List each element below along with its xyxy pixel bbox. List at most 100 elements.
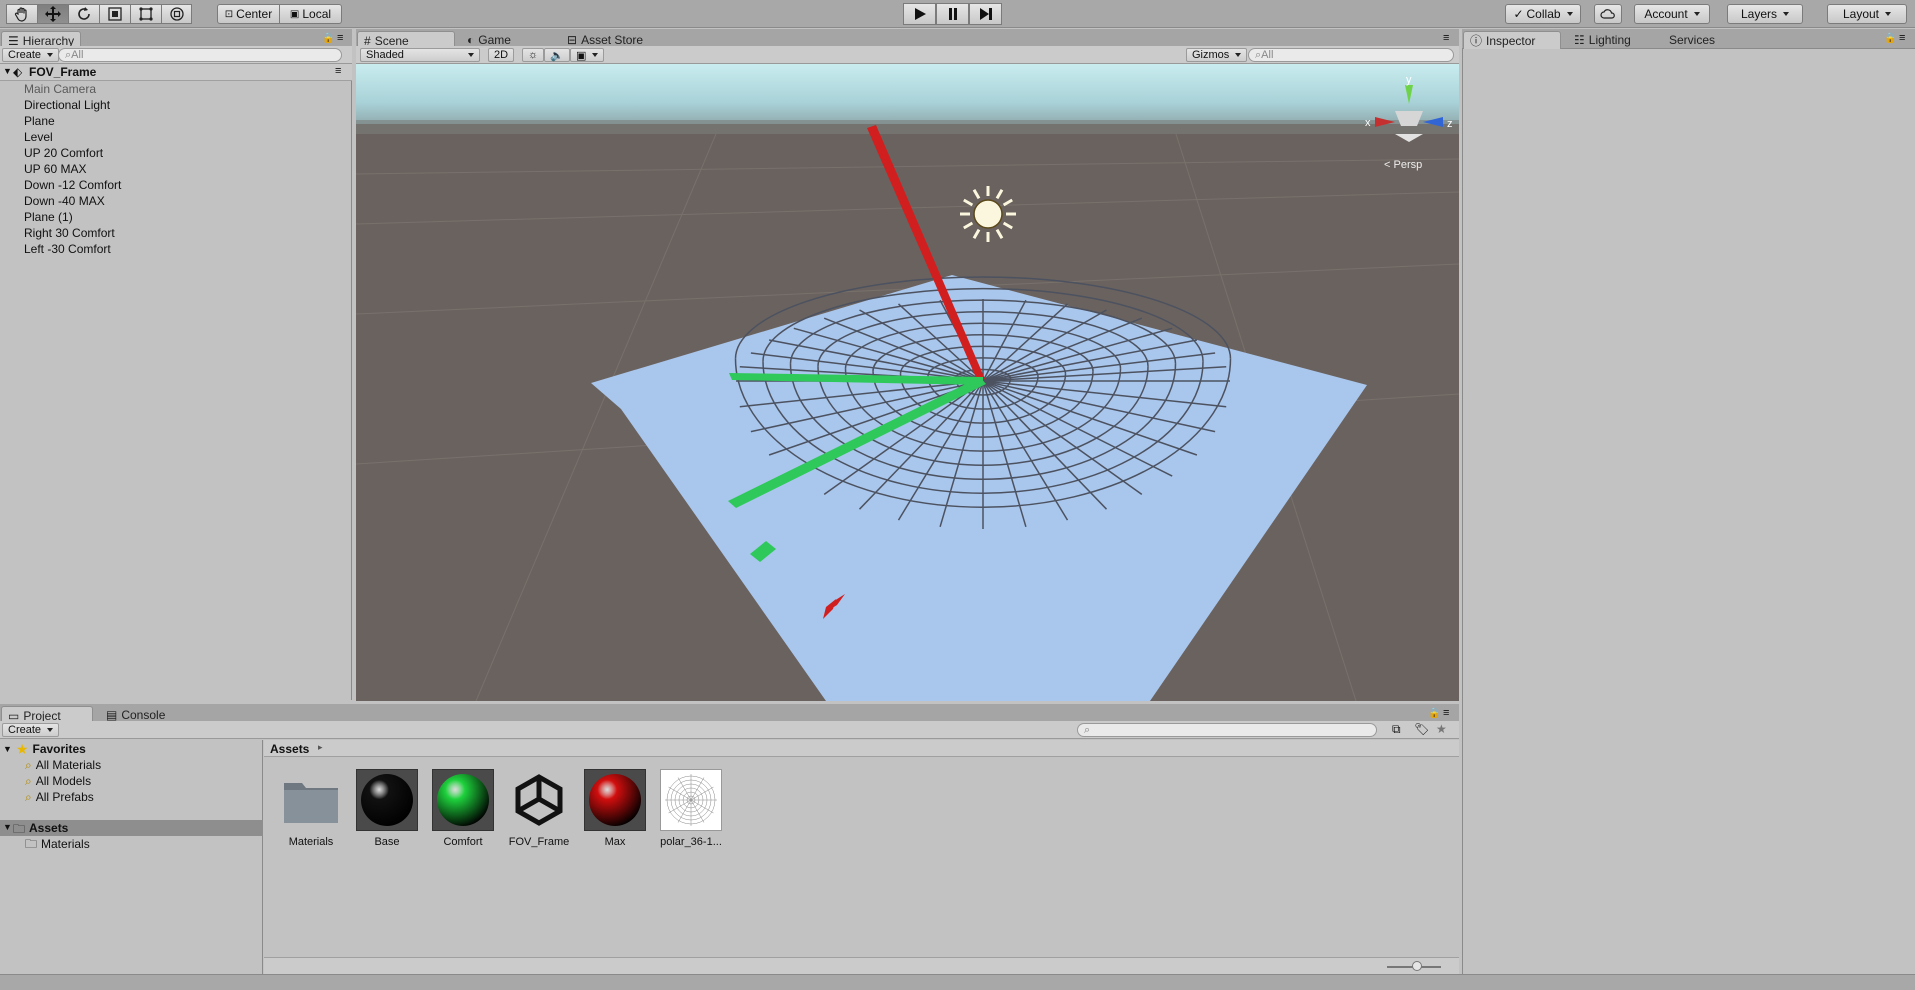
asset-item[interactable]: FOV_Frame [508,769,570,848]
favorite-item[interactable]: ⌕ All Models [25,773,91,789]
asset-name: Max [604,836,626,848]
hierarchy-item[interactable]: Directional Light [24,97,110,113]
scene-menu-icon[interactable]: ≡ [335,65,341,77]
scene-viewport[interactable]: y x z < Persp [356,64,1459,701]
expand-favorites-icon[interactable]: ▼ [3,741,12,757]
cloud-button[interactable] [1594,4,1622,24]
hierarchy-subbar: Create ⌕ All [0,46,352,64]
project-menu-icon[interactable]: ≡ [1443,707,1449,719]
asset-item[interactable]: Max [584,769,646,848]
expand-triangle-icon[interactable]: ▼ [3,66,12,76]
favorite-label: All Prefabs [35,790,94,804]
inspector-tabbar: ⓘ Inspector ☷ Lighting Services 🔒 ≡ [1462,29,1915,49]
asset-item[interactable]: polar_36-1... [660,769,722,848]
inspector-menu-icon[interactable]: ≡ [1899,32,1905,44]
inspector-lock-icon[interactable]: 🔒 [1884,33,1896,44]
folder-icon: 🗀 [25,837,38,851]
pause-button[interactable] [936,3,969,25]
2d-toggle[interactable]: 2D [488,48,515,62]
account-dropdown[interactable]: Account [1634,4,1710,24]
audio-toggle[interactable]: 🔈 [544,48,570,62]
icon-size-slider-thumb[interactable] [1412,961,1422,971]
asset-item[interactable]: Base [356,769,418,848]
project-create-label: Create [8,724,42,736]
scene-name: FOV_Frame [29,65,97,79]
tab-lighting[interactable]: ☷ Lighting [1568,31,1637,49]
lighting-toggle[interactable]: ☼ [522,48,545,62]
project-search-input[interactable]: ⌕ [1077,723,1377,737]
image-icon: ▣ [576,49,587,62]
hierarchy-create-button[interactable]: Create [2,48,60,62]
unity-scene-icon: ⬖ [13,65,23,79]
scale-tool-button[interactable] [99,4,130,24]
rotate-tool-button[interactable] [68,4,99,24]
asset-item[interactable]: Materials [280,769,342,848]
pivot-icon: ⊡ [224,8,234,20]
persp-icon: < [1384,159,1393,171]
move-arrows-icon [45,6,61,22]
project-create-button[interactable]: Create [2,723,60,737]
asset-name: Comfort [443,836,483,848]
hierarchy-item[interactable]: Plane (1) [24,209,73,225]
hierarchy-item[interactable]: Down -40 MAX [24,193,105,209]
hierarchy-item[interactable]: Main Camera [24,81,96,97]
expand-assets-icon[interactable]: ▼ [3,822,12,832]
favorites-row[interactable]: ▼ ★ Favorites [3,741,86,757]
tab-services[interactable]: Services [1663,31,1721,49]
hierarchy-search-input[interactable]: ⌕ All [58,48,342,62]
project-lock-icon[interactable]: 🔒 [1428,708,1440,719]
tab-services-label: Services [1669,33,1716,47]
project-toolbar: Create ⌕ ⧉ 🏷 ★ [0,721,1459,739]
store-icon: ⊟ [567,33,578,47]
lock-icon[interactable]: 🔒 [322,33,334,44]
gizmos-dropdown[interactable]: Gizmos [1186,48,1248,62]
layout-dropdown[interactable]: Layout [1827,4,1907,24]
hand-tool-button[interactable] [6,4,37,24]
move-tool-button[interactable] [37,4,68,24]
favorites-star-icon[interactable]: ★ [1436,722,1447,736]
scene-panel-menu-icon[interactable]: ≡ [1443,32,1449,44]
favorite-label: All Models [35,774,92,788]
breadcrumb[interactable]: Assets [270,742,309,756]
pause-icon [948,8,957,20]
collab-dropdown[interactable]: ✓ Collab [1505,4,1581,24]
tab-inspector[interactable]: ⓘ Inspector [1463,31,1561,49]
rect-tool-button[interactable] [130,4,161,24]
asset-item[interactable]: Comfort [432,769,494,848]
scene-search-input[interactable]: ⌕ All [1248,48,1454,62]
hierarchy-item[interactable]: Left -30 Comfort [24,241,111,257]
tree-folder-materials[interactable]: 🗀 Materials [25,836,90,852]
pivot-space-toggle[interactable]: ▣ Local [280,4,342,24]
hierarchy-item[interactable]: UP 20 Comfort [24,145,103,161]
info-icon: ⓘ [1470,34,1483,48]
hierarchy-item[interactable]: Plane [24,113,55,129]
transform-tool-button[interactable] [161,4,192,24]
shading-mode-dropdown[interactable]: Shaded [360,48,480,62]
panel-menu-icon[interactable]: ≡ [337,32,343,44]
hierarchy-item[interactable]: Down -12 Comfort [24,177,121,193]
asset-name: FOV_Frame [508,836,570,848]
play-button[interactable] [903,3,936,25]
hierarchy-item[interactable]: Right 30 Comfort [24,225,115,241]
assets-row-selected[interactable]: ▼ 🗀 Assets [0,820,263,836]
favorite-item[interactable]: ⌕ All Prefabs [25,789,94,805]
layers-dropdown[interactable]: Layers [1727,4,1803,24]
hierarchy-item[interactable]: Level [24,129,53,145]
2d-label: 2D [494,49,509,61]
assets-folder-icon: 🗀 [13,822,26,836]
project-search-icon: ⌕ [1084,723,1091,736]
hierarchy-item[interactable]: UP 60 MAX [24,161,86,177]
filter-by-type-icon[interactable]: ⧉ [1392,722,1401,737]
layers-label: Layers [1740,7,1778,21]
assets-breadcrumb-bar: Assets ▸ [264,740,1459,757]
pivot-center-toggle[interactable]: ⊡ Center [217,4,280,24]
filter-by-label-icon[interactable]: 🏷 [1414,722,1429,736]
space-label: Local [302,7,332,21]
scene-header-row[interactable]: ▼ ⬖ FOV_Frame ≡ [0,64,352,81]
horizon-haze [356,120,1459,134]
persp-label[interactable]: < Persp [1384,159,1422,171]
favorite-item[interactable]: ⌕ All Materials [25,757,101,773]
step-button[interactable] [969,3,1002,25]
asset-name: polar_36-1... [660,836,722,848]
effects-dropdown[interactable]: ▣ [570,48,605,62]
